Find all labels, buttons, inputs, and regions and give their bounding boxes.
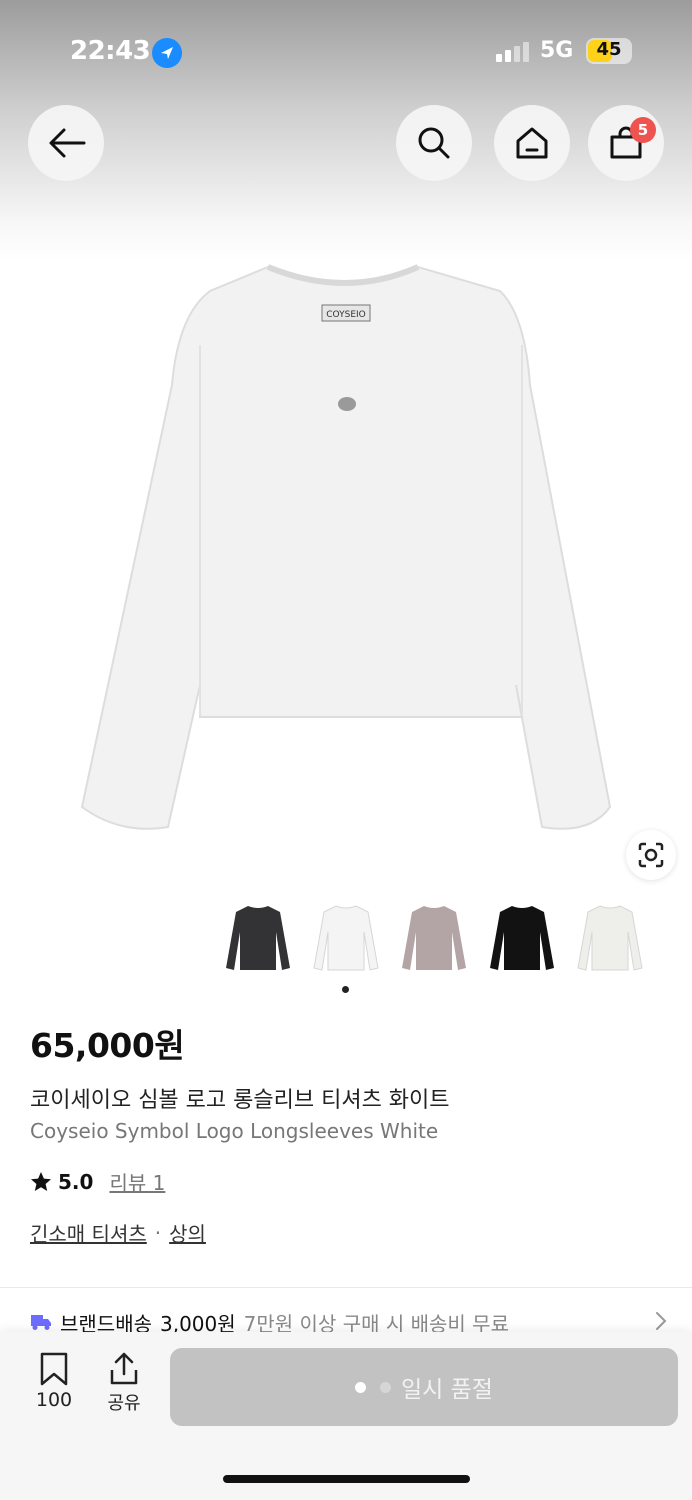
battery-level: 45 [596, 39, 622, 60]
cart-badge: 5 [630, 117, 656, 143]
garment-label: COYSEIO [326, 310, 366, 320]
back-arrow-icon [49, 128, 86, 158]
battery-icon: 45 [586, 38, 632, 64]
sold-out-label: 일시 품절 [401, 1377, 493, 1403]
truck-icon [31, 1315, 51, 1330]
status-bar: 22:43 5G 45 [0, 0, 692, 100]
search-icon [418, 127, 450, 159]
bookmark-count: 100 [35, 1389, 73, 1411]
product-name-korean: 코이세이오 심볼 로고 롱슬리브 티셔츠 화이트 [30, 1088, 450, 1113]
product-price: 65,000원 [30, 1026, 185, 1065]
image-search-button[interactable] [626, 830, 676, 880]
chevron-right-icon [656, 1312, 667, 1330]
variant-list [222, 898, 646, 980]
home-indicator [223, 1475, 470, 1483]
review-link[interactable]: 리뷰 1 [109, 1167, 165, 1196]
network-label: 5G [540, 38, 574, 63]
search-button[interactable] [396, 105, 472, 181]
variant-thumbnail[interactable] [398, 898, 470, 980]
bookmark-button[interactable]: 100 [28, 1352, 80, 1416]
home-button[interactable] [494, 105, 570, 181]
parent-category-link[interactable]: 상의 [169, 1218, 206, 1247]
breadcrumb-separator: · [154, 1220, 162, 1245]
rating-row: 5.0 리뷰 1 [30, 1167, 165, 1196]
carousel-indicator [342, 986, 349, 993]
share-icon [110, 1352, 138, 1385]
home-icon [516, 127, 548, 159]
product-image[interactable]: COYSEIO [70, 255, 622, 845]
lens-icon [638, 842, 664, 868]
location-icon [152, 38, 182, 68]
bookmark-icon [40, 1352, 68, 1386]
variant-thumbnail[interactable] [486, 898, 558, 980]
buy-button[interactable]: 일시 품절 [170, 1348, 678, 1426]
star-icon [31, 1171, 51, 1191]
bottom-action-bar: 100 공유 일시 품절 [0, 1332, 692, 1500]
signal-icon [496, 42, 529, 62]
cart-button[interactable]: 5 [588, 105, 664, 181]
status-time: 22:43 [70, 36, 151, 66]
variant-thumbnail[interactable] [310, 898, 382, 980]
category-breadcrumb: 긴소매 티셔츠 · 상의 [30, 1218, 206, 1247]
loading-dots [355, 1381, 392, 1393]
category-link[interactable]: 긴소매 티셔츠 [30, 1218, 147, 1247]
share-button[interactable]: 공유 [100, 1352, 148, 1416]
share-label: 공유 [107, 1393, 141, 1414]
variant-thumbnail[interactable] [222, 898, 294, 980]
product-name-english: Coyseio Symbol Logo Longsleeves White [30, 1119, 439, 1143]
back-button[interactable] [28, 105, 104, 181]
section-divider [0, 1287, 692, 1288]
rating-value: 5.0 [58, 1169, 94, 1194]
variant-thumbnail[interactable] [574, 898, 646, 980]
